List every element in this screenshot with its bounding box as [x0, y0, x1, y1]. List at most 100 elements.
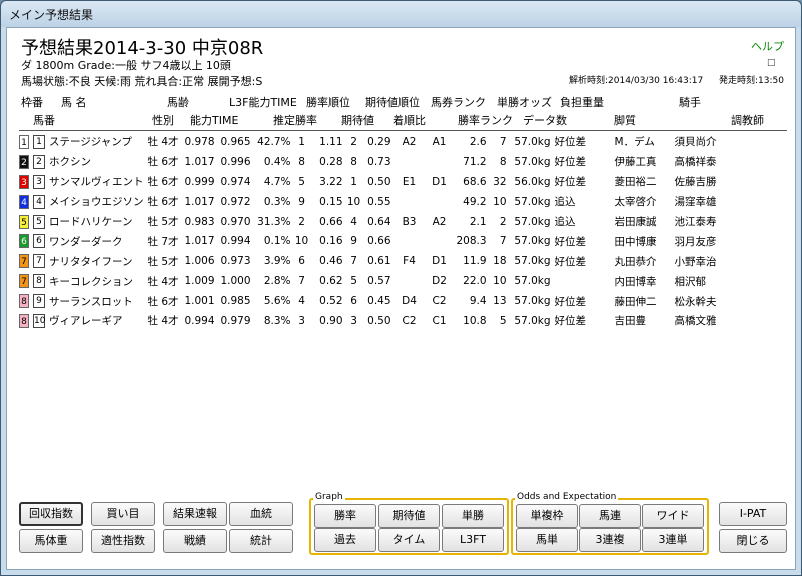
expected-value-cell: 0.16: [319, 235, 343, 248]
carried-weight-cell: 57.0kg: [514, 155, 551, 168]
horse-name-cell: ステージジャンプ: [49, 136, 132, 149]
finish-ratio-cell: 0.66: [367, 235, 391, 248]
odds-win-place-bracket-button[interactable]: 単複枠: [516, 504, 578, 528]
table-row[interactable]: 8 10 ヴィアレーギア 牡 4才 0.994 0.979 8.3% 3 0.90 3 0.50 C2…: [19, 311, 729, 331]
waku-cell: 4: [19, 192, 33, 212]
table-row[interactable]: 7 8 キーコレクション牡 4才 1.009 1.000 2.8% 7 0.62 5 0.57 D2…: [19, 271, 729, 291]
bloodline-button[interactable]: 血統: [229, 502, 293, 526]
title-bar[interactable]: メイン予想結果: [1, 1, 801, 27]
col-trainer: 調教師: [731, 114, 764, 127]
header-divider: [19, 130, 787, 131]
expected-value-cell: 0.62: [319, 275, 343, 288]
waku-cell: 3: [19, 172, 33, 192]
recovery-index-button[interactable]: 回収指数: [19, 502, 83, 526]
waku-cell: 8: [19, 291, 33, 311]
running-style-cell: 追込: [554, 196, 576, 209]
graph-time-button[interactable]: タイム: [378, 528, 440, 552]
odds-quinella-button[interactable]: 馬連: [579, 504, 641, 528]
table-row[interactable]: 3 3 サンマルヴィエント牡 6才 0.999 0.974 4.7% 5 3.22 1 0.50 E…: [19, 172, 729, 192]
graph-past-button[interactable]: 過去: [314, 528, 376, 552]
ev-rank-cell: 3: [350, 314, 357, 327]
ticket-rank-cell: [393, 231, 427, 251]
horse-name-cell: ナリタタイフーン: [49, 255, 133, 268]
ticket-rank-cell: [393, 192, 427, 212]
ev-rank-cell: 9: [350, 235, 357, 248]
ev-rank-cell: 4: [350, 215, 357, 228]
sex-age-cell: 牡 6才: [147, 156, 179, 169]
finish-ratio-cell: 0.50: [367, 175, 391, 188]
win-odds-cell: 71.2: [463, 155, 487, 168]
horse-name-cell: サンマルヴィエント: [49, 176, 144, 189]
bet-selection-button[interactable]: 買い目: [91, 502, 155, 526]
graph-l3ft-button[interactable]: L3FT: [442, 528, 504, 552]
col-ev: 期待値: [341, 114, 374, 127]
l3f-time-cell: 0.974: [220, 175, 251, 188]
table-row[interactable]: 5 5 ロードハリケーン 牡 5才 0.983 0.970 31.3% 2 0.66 4 0.64 B…: [19, 212, 729, 232]
entries-table: 1 1 ステージジャンプ牡 4才 0.978 0.965 42.7% 1 1.11 2 0.29 A…: [19, 132, 729, 331]
col-ability-time: 能力TIME: [190, 114, 239, 127]
col-est-win: 推定勝率: [273, 114, 317, 127]
help-link[interactable]: ヘルプ: [751, 38, 784, 54]
table-row[interactable]: 7 7 ナリタタイフーン牡 5才 1.006 0.973 3.9% 6 0.46 7 0.61 F4…: [19, 251, 729, 271]
table-row[interactable]: 4 4 メイショウエジソン牡 6才 1.017 0.972 0.3% 9 0.15 10 0.55…: [19, 192, 729, 212]
resize-icon[interactable]: □: [767, 58, 776, 68]
track-conditions: 馬場状態:不良 天候:雨 荒れ具合:正常 展開予想:S: [21, 75, 263, 88]
umaban-cell: 5: [33, 212, 47, 232]
win-rank-cell: 5: [298, 175, 305, 188]
win-rank-grade-cell: C1: [432, 314, 447, 327]
trainer-cell: 湯窪幸雄: [674, 196, 717, 209]
ability-time-cell: 1.017: [184, 235, 215, 248]
odds-trifecta-button[interactable]: 3連単: [642, 528, 704, 552]
table-row[interactable]: 8 9 サーランスロット 牡 6才 1.001 0.985 5.6% 4 0.52 6 0.45 D4…: [19, 291, 729, 311]
table-row[interactable]: 6 6 ワンダーダーク 牡 7才 1.017 0.994 0.1% 10 0.16 9 0.66 20…: [19, 231, 729, 251]
result-flash-button[interactable]: 結果速報: [163, 502, 227, 526]
data-count-cell: 2: [499, 215, 507, 228]
trainer-cell: 池江泰寿: [674, 216, 717, 228]
data-count-cell: 7: [499, 135, 507, 148]
table-row[interactable]: 2 2 ホクシン牡 6才 1.017 0.996 0.4% 8 0.28 8 0.73 71.2 8 5…: [19, 152, 729, 172]
waku-cell: 7: [19, 251, 33, 271]
odds-group-label: Odds and Expectation: [515, 492, 619, 502]
ev-rank-cell: 5: [350, 275, 357, 288]
carried-weight-cell: 57.0kg: [514, 235, 551, 248]
body-weight-button[interactable]: 馬体重: [19, 529, 83, 553]
aptitude-index-button[interactable]: 適性指数: [91, 529, 155, 553]
post-time: 発走時刻:13:50: [719, 76, 784, 86]
jockey-cell: 藤田伸二: [614, 295, 657, 308]
odds-wide-button[interactable]: ワイド: [642, 504, 704, 528]
trainer-cell: 小野幸治: [674, 255, 717, 268]
trainer-cell: 須貝尚介: [674, 136, 717, 149]
umaban-badge: 1: [33, 134, 45, 149]
graph-expected-value-button[interactable]: 期待値: [378, 504, 440, 528]
umaban-badge: 2: [33, 154, 45, 169]
waku-badge: 7: [19, 274, 29, 289]
carried-weight-cell: 57.0kg: [514, 275, 551, 288]
ev-rank-cell: 7: [350, 255, 357, 268]
graph-win-rate-button[interactable]: 勝率: [314, 504, 376, 528]
data-count-cell: 8: [499, 155, 507, 168]
jockey-cell: 太宰啓介: [614, 196, 657, 209]
expected-value-cell: 0.52: [319, 295, 343, 308]
ipat-button[interactable]: I-PAT: [719, 502, 787, 526]
l3f-time-cell: 0.965: [220, 135, 251, 148]
umaban-cell: 2: [33, 152, 47, 172]
race-record-button[interactable]: 戦績: [163, 529, 227, 553]
graph-win-button[interactable]: 単勝: [442, 504, 504, 528]
finish-ratio-cell: 0.50: [367, 314, 391, 327]
col-sex: 性別: [152, 114, 174, 127]
table-row[interactable]: 1 1 ステージジャンプ牡 4才 0.978 0.965 42.7% 1 1.11 2 0.29 A…: [19, 132, 729, 152]
carried-weight-cell: 57.0kg: [514, 255, 551, 268]
expected-value-cell: 0.15: [319, 195, 343, 208]
close-button[interactable]: 閉じる: [719, 529, 787, 553]
trainer-cell: 松永幹夫: [674, 295, 717, 308]
l3f-time-cell: 0.994: [220, 235, 251, 248]
statistics-button[interactable]: 統計: [229, 529, 293, 553]
umaban-cell: 7: [33, 251, 47, 271]
odds-exacta-button[interactable]: 馬単: [516, 528, 578, 552]
odds-trio-button[interactable]: 3連複: [579, 528, 641, 552]
analysis-time: 解析時刻:2014/03/30 16:43:17: [569, 76, 704, 86]
finish-ratio-cell: 0.73: [367, 155, 391, 168]
ability-time-cell: 1.009: [184, 275, 215, 288]
expected-value-cell: 0.46: [319, 255, 343, 268]
col-data-count: データ数: [523, 114, 567, 127]
